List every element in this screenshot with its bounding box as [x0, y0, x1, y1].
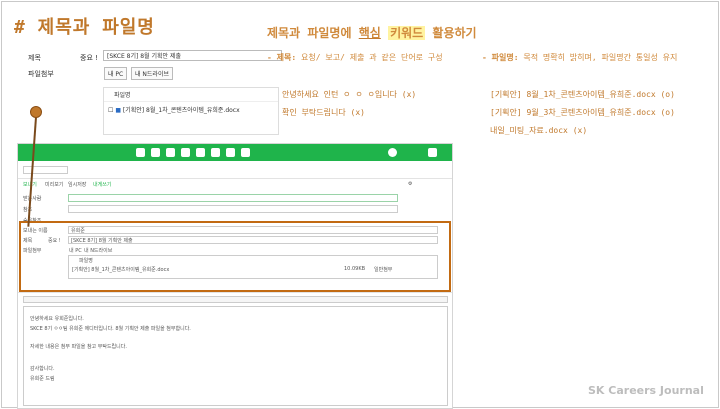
important-checkbox[interactable]: 중요 !	[80, 53, 98, 63]
cc-input[interactable]	[68, 205, 398, 213]
watermark: SK Careers Journal	[588, 384, 704, 397]
file-list: 파일명 ☐ ■ [기획안] 8월_1차_콘텐츠아이템_유희준.docx	[103, 87, 279, 135]
subject-value: [SKCE 8기] 8월 기획안 제출	[107, 53, 181, 60]
body-line-1: 안녕하세요 유희준입니다.	[30, 316, 84, 322]
to-label: 받는사람	[23, 196, 42, 202]
to-input[interactable]	[68, 194, 398, 202]
avatar[interactable]	[388, 148, 397, 157]
subject-input[interactable]: [SKCE 8기] 8월 기획안 제출	[103, 50, 282, 61]
example-left-1: 안녕하세요 인턴 ㅇ ㅇ ㅇ입니다 (x)	[282, 90, 417, 99]
bell-icon[interactable]	[428, 148, 437, 157]
file-rule: - 파일명: 목적 명확히 밝히며, 파일명간 통일성 유지	[482, 53, 678, 62]
drive-icon[interactable]	[181, 148, 190, 157]
example-right-3: 내일_미팅_자료.docx (x)	[490, 126, 588, 135]
apps-icon[interactable]	[241, 148, 250, 157]
checkbox-icon[interactable]: ☐	[108, 107, 113, 114]
editor-toolbar[interactable]	[23, 296, 448, 303]
contacts-icon[interactable]	[166, 148, 175, 157]
example-right-2: [기획안] 9월_3차_콘텐츠아이템_유희준.docx (o)	[490, 108, 675, 117]
attach-label: 파일첨부	[28, 70, 54, 78]
calendar-icon[interactable]	[151, 148, 160, 157]
example-left-2: 확인 부탁드립니다 (x)	[282, 108, 365, 117]
slide-title: 제목과 파일명에 핵심 키워드 활용하기	[267, 26, 477, 40]
file-row[interactable]: ☐ ■ [기획안] 8월_1차_콘텐츠아이템_유희준.docx	[104, 102, 278, 117]
example-right-1: [기획안] 8월_1차_콘텐츠아이템_유희준.docx (o)	[490, 90, 675, 99]
memo-icon[interactable]	[196, 148, 205, 157]
highlight-box	[19, 221, 451, 292]
title-rule: - 제목: 요청/ 보고/ 제출 과 같은 단어로 구성	[267, 53, 443, 62]
mail-icon[interactable]	[136, 148, 145, 157]
search-input[interactable]	[23, 166, 68, 174]
body-line-4: 감사합니다.	[30, 366, 55, 372]
compose-form-snippet: 제목 중요 ! [SKCE 8기] 8월 기획안 제출 파일첨부 내 PC 내 …	[28, 45, 282, 135]
file-icon: ■	[115, 107, 121, 114]
file-name: [기획안] 8월_1차_콘텐츠아이템_유희준.docx	[122, 107, 240, 114]
write-to-me-button[interactable]: 내게쓰기	[93, 181, 111, 188]
settings-icon[interactable]: ⚙	[408, 181, 412, 187]
page-heading: # 제목과 파일명	[14, 17, 155, 38]
temp-save-button[interactable]: 임시저장	[68, 181, 86, 188]
mail-compose-screenshot: 보내기 미리보기 임시저장 내게쓰기 ⚙ 받는사람 참조 숨은참조 보내는 이름…	[17, 143, 453, 409]
file-header: 파일명	[104, 88, 278, 102]
blog-icon[interactable]	[226, 148, 235, 157]
body-line-3: 자세한 내용은 첨부 파일을 참고 부탁드립니다.	[30, 344, 127, 350]
my-pc-button[interactable]: 내 PC	[104, 67, 128, 80]
body-line-2: SKCE 8기 ㅇㅇ팀 유희준 에디터입니다. 8월 기획안 제출 파일을 첨부…	[30, 326, 191, 332]
subject-label: 제목	[28, 54, 41, 62]
mail-topbar	[18, 144, 452, 161]
cafe-icon[interactable]	[211, 148, 220, 157]
connector-dot	[30, 106, 42, 118]
preview-button[interactable]: 미리보기	[45, 181, 63, 188]
editor-body[interactable]: 안녕하세요 유희준입니다. SKCE 8기 ㅇㅇ팀 유희준 에디터입니다. 8월…	[23, 306, 448, 406]
my-drive-button[interactable]: 내 N드라이브	[131, 67, 173, 80]
body-line-5: 유희준 드림	[30, 376, 55, 382]
